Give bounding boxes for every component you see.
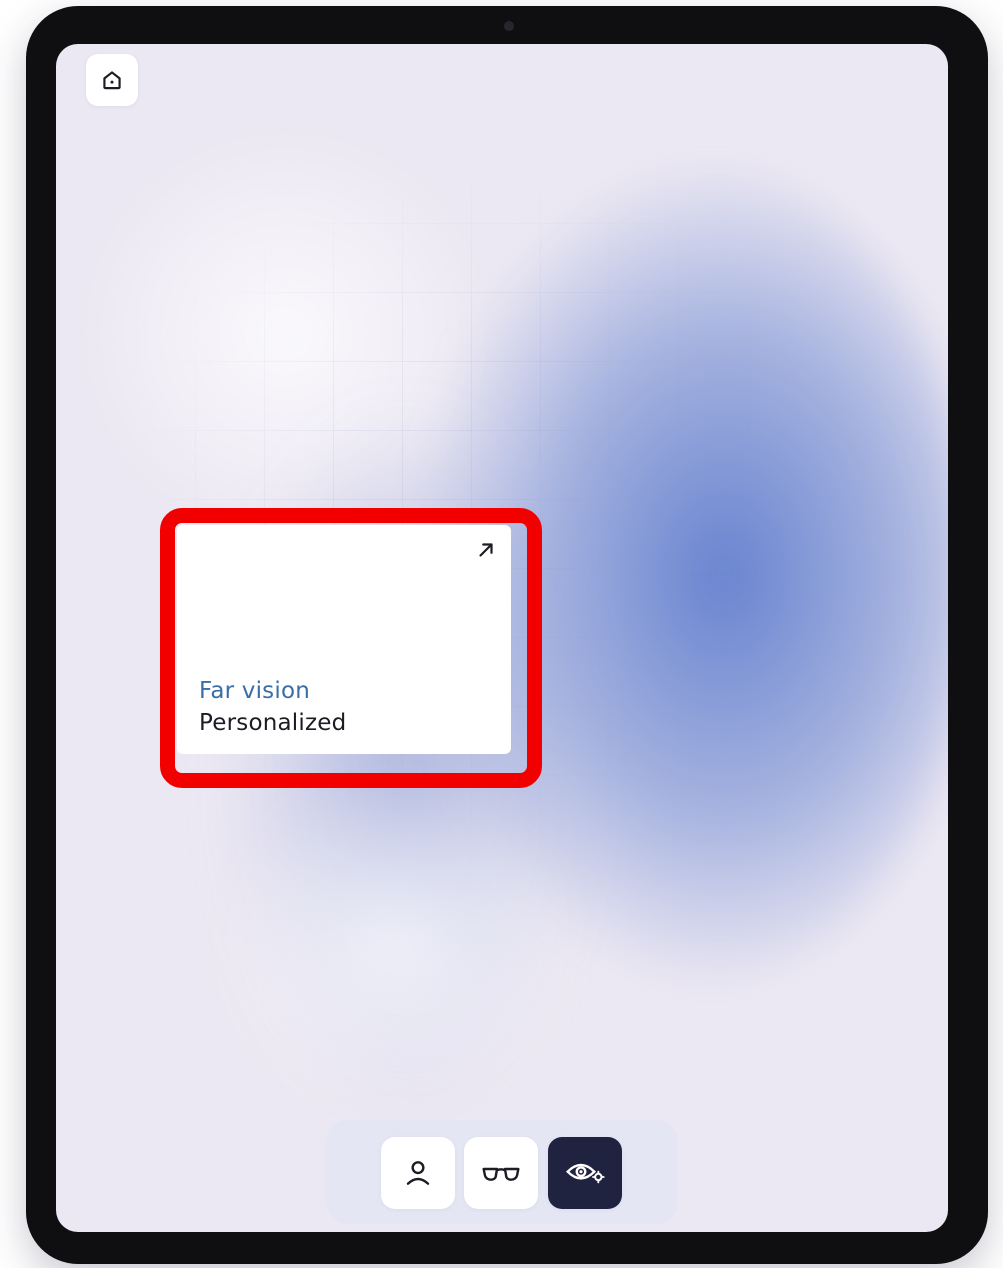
glasses-button[interactable] (464, 1137, 538, 1209)
user-icon (406, 1161, 430, 1185)
arrow-up-right-icon (479, 543, 493, 557)
glasses-icon (482, 1167, 520, 1181)
front-camera (504, 21, 514, 31)
app-screen: Far vision Personalized (56, 44, 948, 1232)
far-vision-card[interactable]: Far vision Personalized (177, 525, 511, 754)
home-icon (103, 71, 121, 90)
bottom-dock (326, 1120, 678, 1224)
home-button[interactable] (86, 54, 138, 106)
card-subtitle: Personalized (199, 710, 347, 736)
vision-settings-button[interactable] (548, 1137, 622, 1209)
tablet-frame: Far vision Personalized (26, 6, 988, 1264)
profile-button[interactable] (381, 1137, 455, 1209)
eye-settings-icon (565, 1163, 605, 1184)
card-title: Far vision (199, 678, 311, 704)
